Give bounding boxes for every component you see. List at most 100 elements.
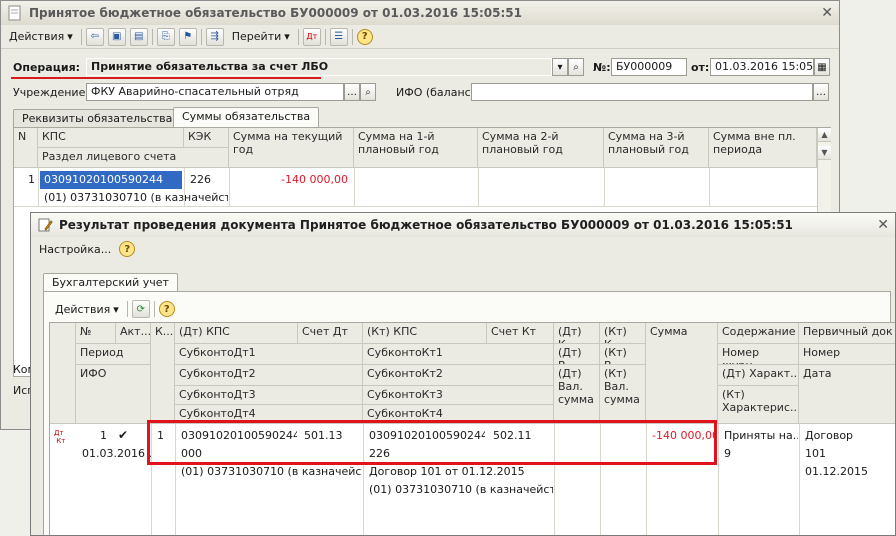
row-kps[interactable]: 03091020100590244 — [40, 171, 182, 189]
row-account[interactable]: (01) 03731030710 (в казначействе) — [40, 189, 228, 207]
col-num[interactable]: № — [76, 323, 116, 344]
institution-label: Учреждение: — [13, 86, 90, 99]
col-kps[interactable]: КПС — [38, 128, 184, 148]
col-plan3[interactable]: Сумма на 3-й плановый год — [604, 128, 709, 168]
ifo-field[interactable] — [471, 83, 813, 101]
tab-requisites[interactable]: Реквизиты обязательства — [13, 109, 182, 127]
col-kt-k[interactable]: (Кт) К... — [600, 323, 646, 344]
unpost-icon[interactable]: ⚑ — [178, 27, 197, 46]
col-kek[interactable]: КЭК — [184, 128, 229, 148]
postings-grid: № Акт... К... (Дт) КПС Счет Дт (Кт) КПС … — [49, 322, 895, 535]
col-sum[interactable]: Сумма — [646, 323, 718, 424]
col-acc-kt[interactable]: Счет Кт — [487, 323, 554, 344]
col-sub-kt3[interactable]: СубконтоКт3 — [363, 386, 554, 405]
col-kt-val[interactable]: (Кт) Вал. сумма — [600, 365, 646, 424]
col-kt-char[interactable]: (Кт) Характерис... — [718, 386, 799, 424]
row-n[interactable]: 1 — [24, 171, 38, 189]
number-field[interactable]: БУ000009 — [611, 58, 687, 76]
help-icon[interactable]: ? — [356, 28, 373, 45]
col-dt-v[interactable]: (Дт) В... — [554, 344, 600, 365]
institution-select-button[interactable]: … — [344, 83, 360, 101]
row-kek[interactable]: 226 — [186, 171, 228, 189]
col-cur-year[interactable]: Сумма на текущий год — [229, 128, 354, 168]
operation-dropdown-button[interactable]: ▾ — [552, 58, 568, 76]
help-icon[interactable]: ? — [158, 301, 175, 317]
copy-icon[interactable]: ⎘ — [156, 27, 175, 46]
posting-highlight-box — [147, 420, 717, 465]
row-num[interactable]: 1 — [96, 427, 112, 445]
col-outside[interactable]: Сумма вне пл. периода — [709, 128, 817, 168]
col-journal[interactable]: Номер журн... — [718, 344, 799, 365]
col-primary[interactable]: Первичный док — [799, 323, 895, 344]
col-number[interactable]: Номер — [799, 344, 895, 365]
row-sub-dt-account[interactable]: (01) 03731030710 (в казначействе) — [177, 463, 362, 481]
col-dt-val[interactable]: (Дт) Вал. сумма — [554, 365, 600, 424]
col-n[interactable]: N — [14, 128, 38, 168]
actions-menu[interactable]: Действия ▾ — [5, 29, 77, 44]
col-kt-kps[interactable]: (Кт) КПС — [363, 323, 487, 344]
col-date[interactable]: Дата — [799, 365, 895, 424]
institution-search-button[interactable]: ⌕ — [360, 83, 376, 101]
date-field[interactable]: 01.03.2016 15:05:51 — [710, 58, 814, 76]
structure-icon[interactable]: ⇶ — [205, 27, 224, 46]
col-sub-dt3[interactable]: СубконтоДт3 — [175, 386, 363, 405]
help-icon[interactable]: ? — [119, 241, 136, 257]
col-sub-dt1[interactable]: СубконтоДт1 — [175, 344, 363, 365]
row-primary-date[interactable]: 01.12.2015 — [801, 463, 895, 481]
row-primary-number[interactable]: 101 — [801, 445, 895, 463]
ifo-select-button[interactable]: … — [813, 83, 829, 101]
col-dt-k[interactable]: (Дт) К... — [554, 323, 600, 344]
row-content-cont[interactable]: 9 — [720, 445, 798, 463]
col-period[interactable]: Период — [76, 344, 151, 365]
col-sub-kt2[interactable]: СубконтоКт2 — [363, 365, 554, 386]
refresh-icon[interactable]: ⟳ — [131, 300, 150, 318]
actions-label: Действия — [9, 30, 65, 43]
tab-amounts[interactable]: Суммы обязательства — [173, 107, 320, 127]
row-cur-year[interactable]: -140 000,00 — [231, 171, 352, 189]
operation-field[interactable]: Принятие обязательства за счет ЛБО — [86, 58, 552, 76]
settings-button[interactable]: Настройка... — [35, 242, 115, 257]
col-ifo[interactable]: ИФО — [76, 365, 151, 424]
document-toolbar: Действия ▾ ⇦ ▣ ▤ ⎘ ⚑ ⇶ Перейти ▾ Дт ☰ ? — [1, 25, 839, 49]
ifo-label: ИФО (баланс): — [396, 86, 479, 99]
separator — [324, 28, 326, 45]
report-icon[interactable]: ☰ — [329, 27, 348, 46]
col-kt-v[interactable]: (Кт) В... — [600, 344, 646, 365]
grid-line — [604, 168, 605, 206]
col-account-section[interactable]: Раздел лицевого счета — [38, 148, 229, 168]
actions-menu[interactable]: Действия ▾ — [51, 302, 123, 317]
row-sub-kt-account[interactable]: (01) 03731030710 (в казначействе) — [365, 481, 553, 499]
tab-accounting[interactable]: Бухгалтерский учет — [43, 273, 178, 293]
posting-toolbar: Настройка... ? — [31, 237, 895, 261]
col-acc-dt[interactable]: Счет Дт — [298, 323, 363, 344]
operation-search-button[interactable]: ⌕ — [568, 58, 584, 76]
goto-menu[interactable]: Перейти ▾ — [228, 29, 294, 44]
col-sub-dt2[interactable]: СубконтоДт2 — [175, 365, 363, 386]
calendar-icon[interactable]: ▦ — [814, 58, 830, 76]
col-k[interactable]: К... — [151, 323, 175, 424]
col-icon — [50, 323, 76, 424]
close-icon[interactable]: ✕ — [821, 5, 833, 21]
save-icon[interactable]: ▣ — [107, 27, 126, 46]
col-active[interactable]: Акт... — [116, 323, 151, 344]
institution-field[interactable]: ФКУ Аварийно-спасательный отряд — [86, 83, 344, 101]
row-sub-kt-contract[interactable]: Договор 101 от 01.12.2015 — [365, 463, 553, 481]
scroll-down-icon[interactable]: ▼ — [818, 146, 831, 160]
col-dt-kps[interactable]: (Дт) КПС — [175, 323, 298, 344]
close-icon[interactable]: ✕ — [877, 217, 889, 233]
col-sub-kt1[interactable]: СубконтоКт1 — [363, 344, 554, 365]
row-period[interactable]: 01.03.2016 ... — [78, 445, 151, 463]
col-content[interactable]: Содержание — [718, 323, 799, 344]
separator — [80, 28, 82, 45]
col-plan2[interactable]: Сумма на 2-й плановый год — [478, 128, 604, 168]
post-icon[interactable]: ▤ — [129, 27, 148, 46]
operation-value: Принятие обязательства за счет ЛБО — [91, 60, 329, 73]
scroll-up-icon[interactable]: ▲ — [818, 128, 831, 142]
row-primary[interactable]: Договор — [801, 427, 895, 445]
post-and-close-icon[interactable]: ⇦ — [85, 27, 104, 46]
col-dt-char[interactable]: (Дт) Характ... — [718, 365, 799, 386]
posting-result-window: Результат проведения документа Принятое … — [30, 212, 896, 536]
dt-kt-icon[interactable]: Дт — [302, 27, 321, 46]
row-content[interactable]: Приняты на... — [720, 427, 798, 445]
col-plan1[interactable]: Сумма на 1-й плановый год — [354, 128, 478, 168]
